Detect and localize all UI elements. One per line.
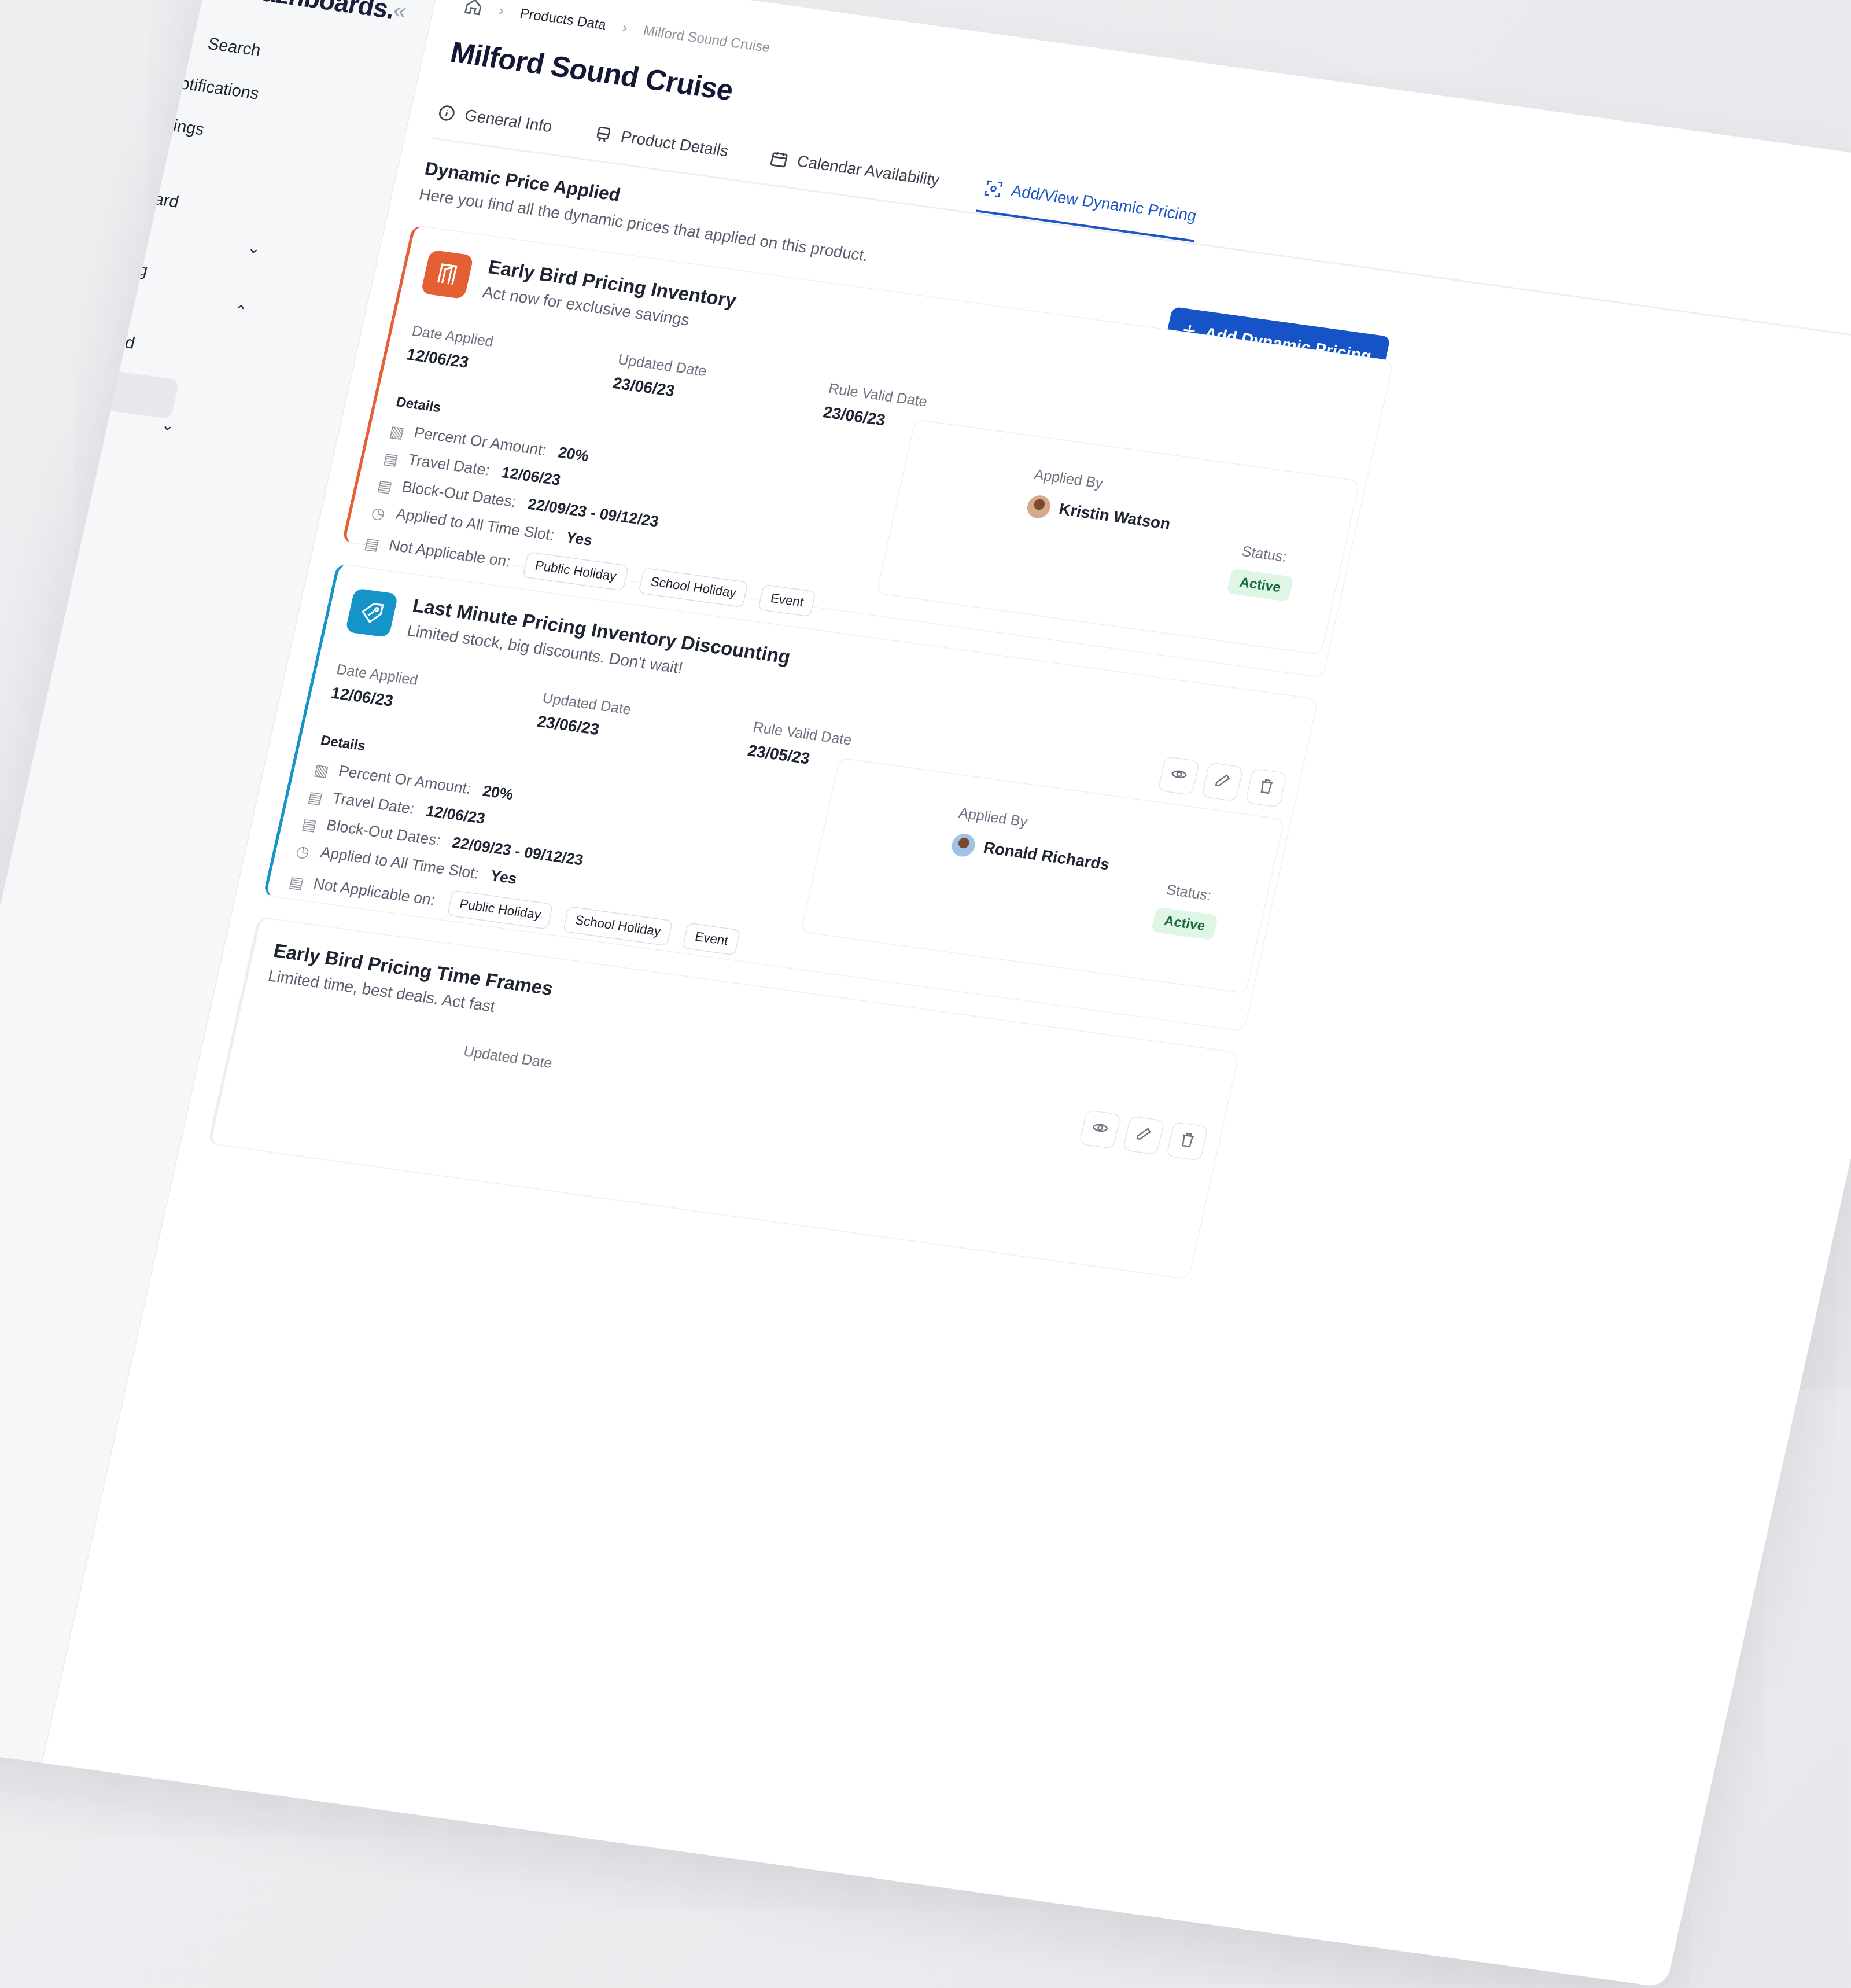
tab-label: Product Details [619, 128, 731, 161]
chip-public-holiday: Public Holiday [447, 890, 554, 930]
price-scan-icon [982, 178, 1004, 199]
brand-name: Dazhboards. [241, 0, 397, 25]
updated-date-label: Updated Date [462, 1044, 554, 1072]
calendar-icon [768, 149, 790, 170]
chip-event: Event [682, 922, 741, 956]
discount-tag-icon [345, 588, 399, 638]
card-info-panel [876, 419, 1360, 656]
clock-icon: ◷ [294, 842, 311, 862]
calendar-icon: ▤ [300, 815, 319, 834]
detail-label: Travel Date: [406, 451, 492, 480]
detail-label: Block-Out Dates: [325, 817, 443, 849]
percent-icon: ▧ [388, 423, 406, 442]
pencil-icon [1212, 771, 1233, 793]
updated-date-value: 23/06/23 [535, 713, 601, 739]
tab-label: General Info [463, 106, 554, 136]
avatar [1025, 494, 1053, 520]
view-button[interactable] [1079, 1109, 1122, 1149]
calendar-icon: ▤ [375, 477, 394, 496]
calendar-arrow-icon: ▤ [306, 788, 325, 807]
sidebar-item-pricing[interactable]: Pricing [95, 254, 150, 281]
app-window: « ⁂ Dazhboards. Search Notifications Set… [0, 0, 1851, 1988]
home-icon[interactable] [463, 0, 485, 17]
breadcrumb-current: Milford Sound Cruise [641, 22, 772, 55]
sidebar-item-label: Notifications [166, 72, 261, 104]
trash-icon [1256, 776, 1277, 799]
card-actions [1079, 1109, 1209, 1161]
calendar-x-icon: ▤ [287, 874, 305, 893]
detail-label: Travel Date: [331, 790, 416, 818]
detail-label: Block-Out Dates: [400, 478, 518, 511]
avatar [949, 832, 978, 859]
date-applied-label: Date Applied [334, 661, 420, 689]
tab-label: Add/View Dynamic Pricing [1009, 182, 1199, 226]
details-label: Details [394, 393, 443, 415]
sidebar-item-label: Search [206, 34, 263, 60]
sidebar-item-notifications[interactable]: Notifications [167, 72, 261, 104]
detail-label: Not Applicable on: [312, 875, 437, 909]
logo-mark-icon: ⁂ [210, 0, 241, 3]
chip-school-holiday: School Holiday [562, 906, 673, 947]
date-applied-value: 12/06/23 [329, 684, 395, 710]
sidebar-item-dashboard[interactable]: Dashboard [95, 181, 180, 212]
info-icon [436, 103, 458, 124]
eye-icon [1168, 764, 1189, 787]
chevron-right-icon: › [497, 2, 506, 19]
chevron-down-icon[interactable]: ⌄ [246, 238, 263, 259]
trash-icon [1177, 1130, 1197, 1153]
train-icon [592, 124, 614, 145]
chip-public-holiday: Public Holiday [522, 551, 629, 591]
sidebar-item-label: Dashboard [51, 322, 137, 353]
detail-value: 12/06/23 [424, 802, 487, 828]
breadcrumb-link[interactable]: Products Data [518, 5, 608, 33]
sidebar-item-settings[interactable]: Settings [142, 112, 207, 139]
date-applied-label: Date Applied [410, 323, 495, 351]
edit-button[interactable] [1201, 762, 1244, 802]
sidebar-item-label: Dashboard [95, 181, 181, 212]
door-icon [421, 249, 474, 300]
sidebar-item-label: Pricing [94, 254, 150, 280]
tab-product-details[interactable]: Product Details [589, 111, 733, 175]
calendar-arrow-icon: ▤ [382, 450, 400, 469]
tab-add-view-dynamic-pricing[interactable]: Add/View Dynamic Pricing [975, 164, 1204, 242]
delete-button[interactable] [1166, 1121, 1209, 1161]
detail-value: Yes [489, 867, 519, 888]
rule-valid-date-value: 23/05/23 [746, 742, 812, 768]
detail-value: Yes [564, 529, 594, 550]
calendar-x-icon: ▤ [363, 535, 381, 554]
chevron-right-icon: › [621, 19, 629, 35]
sidebar-item-search[interactable]: Search [206, 34, 263, 60]
sidebar-active-highlight[interactable] [110, 371, 180, 419]
chevron-up-icon[interactable]: ⌃ [232, 301, 249, 322]
date-applied-value: 12/06/23 [405, 345, 471, 372]
sidebar-item-label: Settings [142, 112, 207, 139]
detail-value: 12/06/23 [499, 464, 562, 489]
card-actions [1157, 756, 1288, 808]
screen-stage: « ⁂ Dazhboards. Search Notifications Set… [0, 0, 1851, 1988]
detail-value: 20% [556, 444, 591, 465]
chip-school-holiday: School Holiday [638, 568, 749, 608]
edit-button[interactable] [1122, 1116, 1165, 1155]
updated-date-value: 23/06/23 [611, 374, 677, 400]
rule-valid-date-value: 23/06/23 [821, 403, 887, 430]
view-button[interactable] [1157, 756, 1200, 796]
clock-icon: ◷ [370, 504, 387, 523]
sidebar-item-dashboard-2[interactable]: Dashboard [51, 323, 137, 354]
chip-event: Event [758, 584, 816, 617]
brand-logo: ⁂ Dazhboards. [210, 0, 397, 25]
tab-label: Calendar Availability [795, 152, 942, 190]
detail-value: 20% [481, 783, 515, 804]
eye-icon [1089, 1118, 1110, 1140]
delete-button[interactable] [1245, 768, 1288, 808]
pencil-icon [1133, 1124, 1154, 1147]
percent-icon: ▧ [312, 761, 331, 781]
details-label: Details [319, 732, 367, 754]
tab-general-info[interactable]: General Info [433, 89, 556, 150]
detail-label: Not Applicable on: [387, 536, 512, 570]
chevron-down-icon[interactable]: ⌄ [160, 415, 176, 436]
tab-calendar-availability[interactable]: Calendar Availability [765, 135, 945, 204]
